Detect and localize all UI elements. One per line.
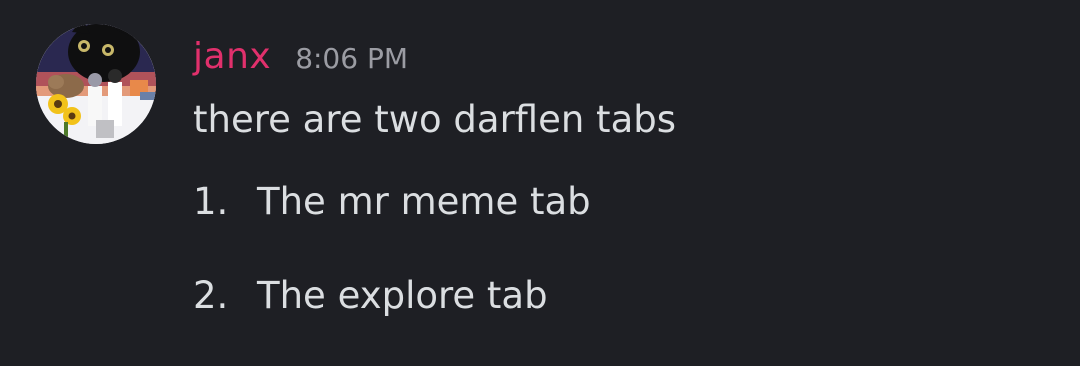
list-marker: 2. xyxy=(193,274,229,317)
list-item-text: The explore tab xyxy=(257,274,548,317)
list-item-text: The mr meme tab xyxy=(257,180,591,223)
list-item: 2. The explore tab xyxy=(193,272,591,320)
avatar[interactable] xyxy=(36,24,156,144)
list-item: 1. The mr meme tab xyxy=(193,178,591,226)
list-marker: 1. xyxy=(193,180,229,223)
avatar-image xyxy=(36,24,156,144)
message-header: janx 8:06 PM xyxy=(193,34,408,84)
message-text: there are two darflen tabs xyxy=(193,98,677,141)
chat-message: janx 8:06 PM there are two darflen tabs … xyxy=(0,0,1080,355)
message-timestamp[interactable]: 8:06 PM xyxy=(295,36,408,82)
author-name[interactable]: janx xyxy=(193,34,271,80)
message-list: 1. The mr meme tab 2. The explore tab xyxy=(193,178,591,366)
